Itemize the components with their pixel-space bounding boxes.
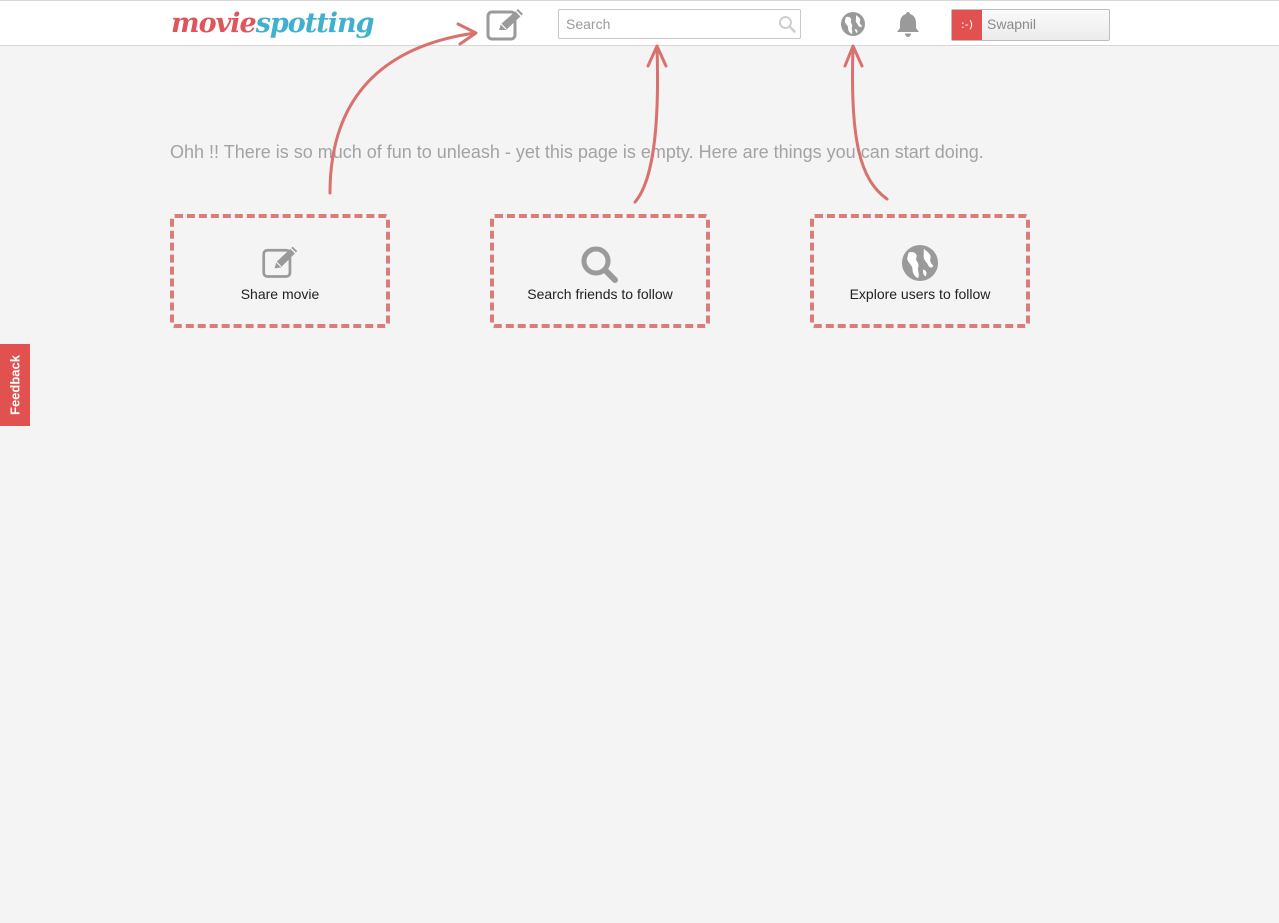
compose-button[interactable] — [485, 6, 529, 42]
search-input[interactable] — [559, 10, 776, 38]
arrow-to-globe — [851, 46, 889, 201]
pencil-square-icon — [486, 9, 523, 41]
logo-text-movie: movie — [171, 8, 257, 39]
explore-users-card[interactable]: Explore users to follow — [810, 214, 1030, 328]
search-icon — [581, 246, 618, 283]
search-friends-card[interactable]: Search friends to follow — [490, 214, 710, 328]
user-menu-button[interactable]: :-) Swapnil — [951, 9, 1110, 41]
logo-text-spotting: spotting — [255, 8, 375, 39]
feedback-tab[interactable]: Feedback — [0, 344, 30, 426]
arrow-to-search — [633, 46, 659, 204]
feedback-label: Feedback — [7, 355, 23, 415]
bell-icon — [897, 12, 919, 37]
user-name: Swapnil — [987, 16, 1037, 32]
notifications-button[interactable] — [894, 10, 922, 38]
hint-arrows — [328, 22, 889, 204]
search-box — [558, 9, 801, 39]
avatar: :-) — [952, 10, 982, 40]
empty-state-message: Ohh !! There is so much of fun to unleas… — [170, 142, 984, 162]
share-movie-label: Share movie — [240, 286, 320, 302]
arrow-to-compose — [328, 31, 477, 195]
search-friends-label: Search friends to follow — [527, 286, 673, 302]
globe-icon — [901, 244, 939, 282]
explore-button[interactable] — [840, 11, 866, 37]
top-navbar: moviespotting Search:-) Swapnil — [0, 0, 1279, 46]
search-icon[interactable] — [778, 15, 796, 33]
page: moviespotting Search:-) Swapnil Ohh !! … — [0, 0, 1279, 923]
globe-icon — [841, 12, 865, 36]
share-movie-card[interactable]: Share movie — [170, 214, 390, 328]
explore-users-label: Explore users to follow — [849, 286, 991, 302]
logo[interactable]: moviespotting — [171, 4, 375, 44]
pencil-square-icon — [262, 246, 298, 278]
